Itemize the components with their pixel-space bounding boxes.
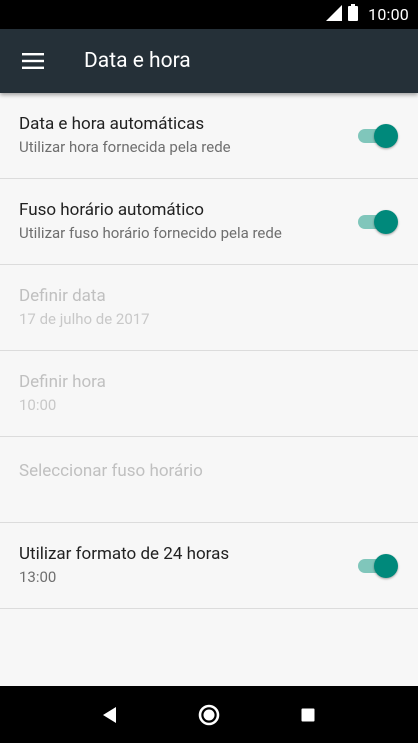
setting-set-date: Definir data 17 de julho de 2017 [0,265,418,351]
toggle-thumb [374,123,398,148]
setting-24-hour-format[interactable]: Utilizar formato de 24 horas 13:00 [0,523,418,609]
setting-auto-timezone[interactable]: Fuso horário automático Utilizar fuso ho… [0,179,418,265]
setting-auto-date-time[interactable]: Data e hora automáticas Utilizar hora fo… [0,93,418,179]
toggle-thumb [374,209,398,234]
signal-icon [326,4,343,25]
settings-list: Data e hora automáticas Utilizar hora fo… [0,93,418,609]
auto-date-time-toggle[interactable] [358,123,398,148]
app-bar: Data e hora [0,29,418,93]
setting-set-time: Definir hora 10:00 [0,351,418,437]
auto-timezone-toggle[interactable] [358,209,398,234]
setting-select-timezone: Seleccionar fuso horário [0,437,418,523]
24-hour-format-toggle[interactable] [358,553,398,578]
setting-title: Definir data [19,286,106,306]
setting-summary: 17 de julho de 2017 [19,310,150,328]
home-icon[interactable] [185,691,233,739]
setting-summary: 10:00 [19,396,57,414]
setting-title: Seleccionar fuso horário [19,460,203,481]
navigation-bar [0,686,418,743]
back-icon[interactable] [86,691,134,739]
recents-icon[interactable] [284,691,332,739]
toggle-thumb [374,553,398,578]
page-title: Data e hora [84,49,191,73]
status-bar: 10:00 [0,0,418,29]
hamburger-menu-icon[interactable] [2,29,64,93]
battery-icon [348,4,359,25]
setting-title: Definir hora [19,372,106,392]
status-time: 10:00 [368,5,409,24]
